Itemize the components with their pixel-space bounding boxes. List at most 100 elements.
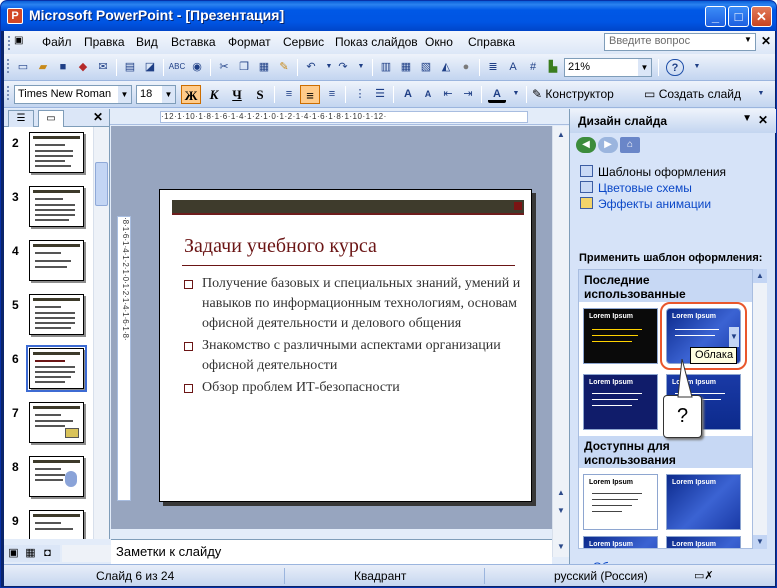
template-thumbnail[interactable]: Lorem Ipsum bbox=[666, 474, 741, 530]
decrease-font-icon[interactable]: A bbox=[419, 86, 437, 103]
menu-insert[interactable]: Вставка bbox=[171, 35, 216, 49]
chevron-down-icon[interactable]: ▼ bbox=[742, 113, 752, 124]
powerpoint-app-icon[interactable]: P bbox=[7, 8, 23, 24]
slide-thumbnail[interactable]: 3 bbox=[4, 186, 93, 238]
bold-button[interactable]: Ж bbox=[181, 85, 201, 104]
help-icon[interactable]: ? bbox=[666, 59, 684, 76]
show-formatting-icon[interactable]: A bbox=[504, 59, 522, 76]
save-icon[interactable]: ■ bbox=[54, 59, 72, 76]
link-animation[interactable]: Эффекты анимации bbox=[580, 197, 711, 211]
redo-dropdown-icon[interactable]: ▼ bbox=[352, 59, 370, 76]
scroll-thumb[interactable] bbox=[95, 162, 108, 206]
tab-slides[interactable]: ▭ bbox=[38, 110, 64, 127]
close-icon[interactable]: ✕ bbox=[758, 113, 768, 127]
align-right-icon[interactable]: ≡ bbox=[323, 86, 341, 103]
help-search-input[interactable]: Введите вопрос bbox=[604, 33, 756, 51]
slideshow-icon[interactable]: ◘ bbox=[40, 546, 55, 561]
expand-all-icon[interactable]: ≣ bbox=[484, 59, 502, 76]
color-grayscale-icon[interactable]: ▙ bbox=[544, 59, 562, 76]
menu-grip[interactable] bbox=[8, 36, 11, 50]
next-slide-icon[interactable]: ▼ bbox=[554, 504, 568, 518]
designer-button[interactable]: ✎ Конструктор bbox=[532, 87, 614, 101]
research-icon[interactable]: ◉ bbox=[188, 59, 206, 76]
new-icon[interactable]: ▭ bbox=[14, 59, 32, 76]
previous-slide-icon[interactable]: ▲ bbox=[554, 486, 568, 500]
close-button[interactable]: ✕ bbox=[751, 6, 772, 27]
increase-font-icon[interactable]: A bbox=[399, 86, 417, 103]
slide-title[interactable]: Задачи учебного курса bbox=[184, 235, 377, 258]
title-bar[interactable]: P Microsoft PowerPoint - [Презентация] _… bbox=[1, 1, 776, 31]
menu-file[interactable]: Файл bbox=[42, 35, 72, 49]
slide-thumbnail[interactable]: 8 bbox=[4, 456, 93, 508]
link-color-schemes[interactable]: Цветовые схемы bbox=[580, 181, 692, 195]
menu-edit[interactable]: Правка bbox=[84, 35, 125, 49]
back-icon[interactable]: ◀ bbox=[576, 137, 596, 153]
undo-icon[interactable]: ↶ bbox=[302, 59, 320, 76]
toolbar-options-icon[interactable]: ▼ bbox=[688, 59, 706, 76]
slide-scrollbar[interactable]: ▲ ▲ ▼ ▼ bbox=[552, 126, 569, 557]
bullets-icon[interactable]: ☰ bbox=[371, 86, 389, 103]
slide-thumbnail[interactable]: 4 bbox=[4, 240, 93, 292]
scroll-up-icon[interactable]: ▲ bbox=[554, 128, 568, 142]
toolbar-options-icon[interactable]: ▼ bbox=[752, 86, 770, 103]
spelling-status-icon[interactable]: ▭✗ bbox=[694, 569, 714, 582]
menu-tools[interactable]: Сервис bbox=[283, 35, 324, 49]
template-list-scrollbar[interactable]: ▲ ▼ bbox=[753, 269, 767, 549]
new-slide-button[interactable]: ▭ Создать слайд bbox=[644, 87, 741, 101]
paste-icon[interactable]: ▦ bbox=[255, 59, 273, 76]
chevron-down-icon[interactable]: ▼ bbox=[744, 35, 752, 44]
cut-icon[interactable]: ✂ bbox=[215, 59, 233, 76]
maximize-button[interactable]: □ bbox=[728, 6, 749, 27]
shadow-button[interactable]: S bbox=[250, 85, 270, 104]
toolbar-grip[interactable] bbox=[7, 59, 10, 73]
menu-slideshow[interactable]: Показ слайдов bbox=[335, 35, 418, 49]
menu-view[interactable]: Вид bbox=[136, 35, 158, 49]
home-icon[interactable]: ⌂ bbox=[620, 137, 640, 153]
copy-icon[interactable]: ❐ bbox=[235, 59, 253, 76]
template-thumbnail[interactable]: Lorem Ipsum bbox=[583, 474, 658, 530]
task-pane-title[interactable]: Дизайн слайда bbox=[578, 114, 667, 128]
underline-button[interactable]: Ч bbox=[227, 85, 247, 104]
align-left-icon[interactable]: ≡ bbox=[280, 86, 298, 103]
slide-thumbnail-selected[interactable]: 6 bbox=[4, 345, 93, 400]
spelling-icon[interactable]: ABC bbox=[168, 59, 186, 76]
template-thumbnail[interactable]: Lorem Ipsum bbox=[583, 536, 658, 548]
menu-window[interactable]: Окно bbox=[425, 35, 453, 49]
chevron-down-icon[interactable]: ▼ bbox=[729, 327, 739, 347]
align-center-icon[interactable]: ≡ bbox=[300, 85, 320, 104]
slide-thumbnail[interactable]: 2 bbox=[4, 132, 93, 184]
slide-thumbnail[interactable]: 5 bbox=[4, 294, 93, 346]
thumbnails-scrollbar[interactable] bbox=[93, 127, 109, 539]
template-thumbnail[interactable]: Lorem Ipsum bbox=[583, 374, 658, 430]
scroll-down-icon[interactable]: ▼ bbox=[753, 535, 767, 549]
insert-diagram-icon[interactable]: ◭ bbox=[437, 59, 455, 76]
font-color-dropdown-icon[interactable]: ▼ bbox=[507, 86, 525, 103]
email-icon[interactable]: ✉ bbox=[94, 59, 112, 76]
forward-icon[interactable]: ▶ bbox=[598, 137, 618, 153]
menu-help[interactable]: Справка bbox=[468, 35, 515, 49]
toolbar-grip[interactable] bbox=[7, 86, 10, 100]
horizontal-scrollbar[interactable] bbox=[62, 545, 111, 562]
scroll-up-icon[interactable]: ▲ bbox=[753, 269, 767, 283]
slide-body[interactable]: Получение базовых и специальных знаний, … bbox=[184, 274, 524, 400]
doc-icon[interactable]: ▣ bbox=[14, 35, 23, 46]
chevron-down-icon[interactable]: ▼ bbox=[638, 59, 651, 76]
print-icon[interactable]: ▤ bbox=[121, 59, 139, 76]
redo-icon[interactable]: ↷ bbox=[334, 59, 352, 76]
font-size-select[interactable]: 18 ▼ bbox=[136, 85, 176, 104]
close-pane-icon[interactable]: ✕ bbox=[93, 110, 103, 124]
scroll-down-icon[interactable]: ▼ bbox=[554, 540, 568, 554]
decrease-indent-icon[interactable]: ⇤ bbox=[439, 86, 457, 103]
slide-thumbnail[interactable]: 9 bbox=[4, 510, 93, 539]
permission-icon[interactable]: ◆ bbox=[74, 59, 92, 76]
tables-borders-icon[interactable]: ▧ bbox=[417, 59, 435, 76]
slide-thumbnail[interactable]: 7 bbox=[4, 402, 93, 454]
tab-outline[interactable]: ☰ bbox=[8, 110, 34, 127]
menu-format[interactable]: Формат bbox=[228, 35, 271, 49]
font-color-icon[interactable]: A bbox=[488, 86, 506, 103]
open-icon[interactable]: ▰ bbox=[34, 59, 52, 76]
format-painter-icon[interactable]: ✎ bbox=[275, 59, 293, 76]
template-thumbnail[interactable]: Lorem Ipsum bbox=[583, 308, 658, 364]
current-slide[interactable]: Задачи учебного курса Получение базовых … bbox=[159, 189, 532, 502]
insert-chart-icon[interactable]: ▥ bbox=[377, 59, 395, 76]
